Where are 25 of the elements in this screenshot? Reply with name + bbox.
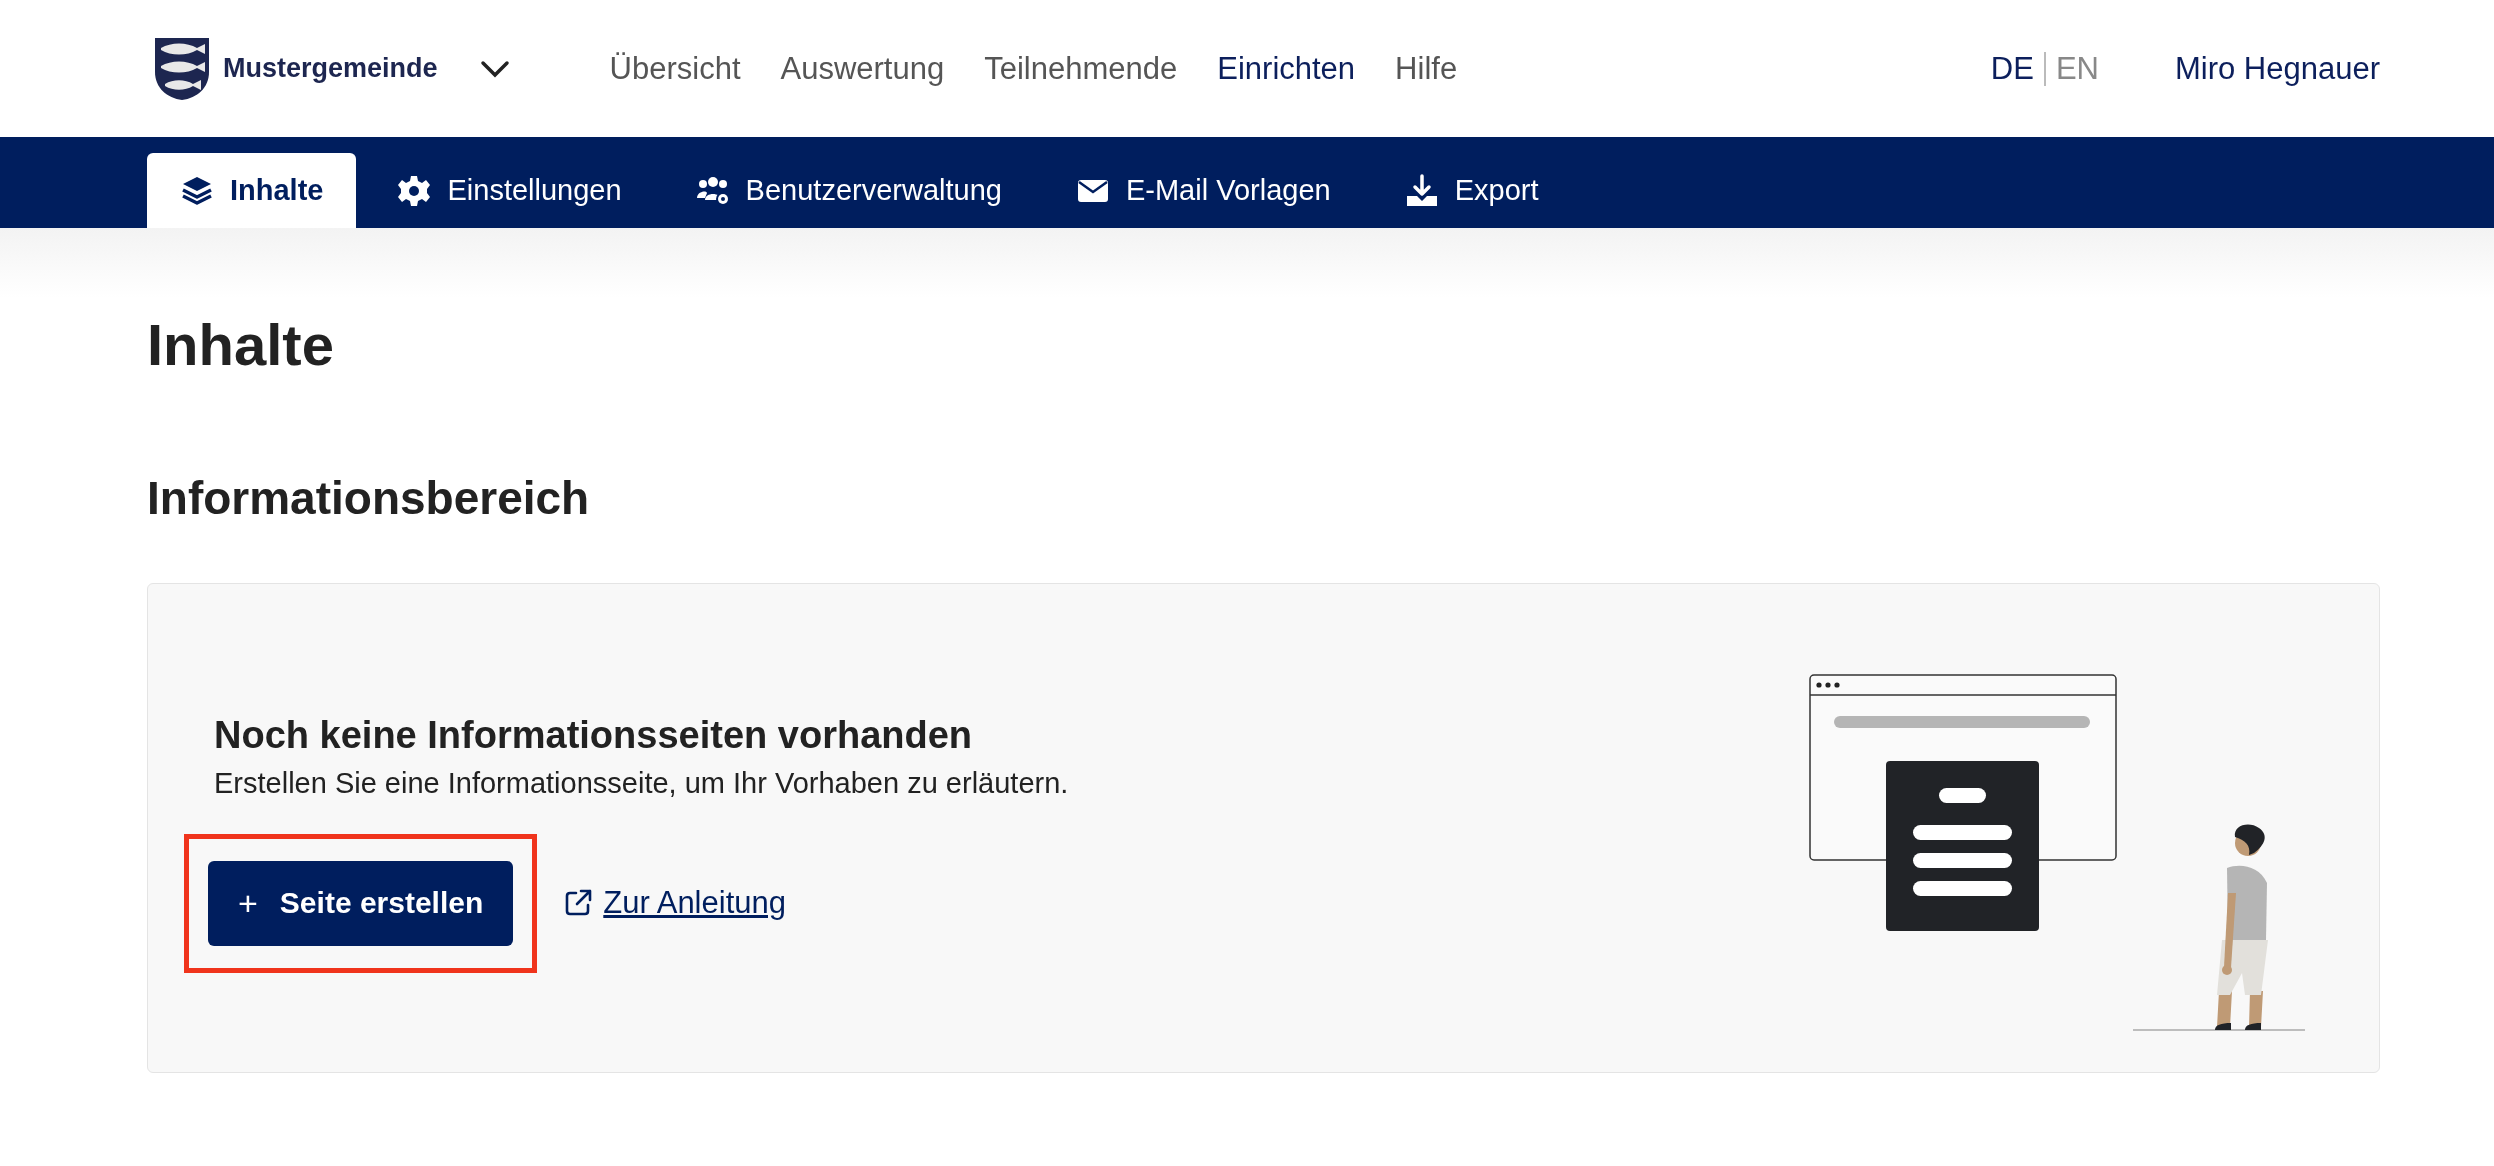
nav-link[interactable]: Hilfe <box>1395 50 1458 87</box>
nav-link[interactable]: Übersicht <box>609 50 741 87</box>
user-menu[interactable]: Miro Hegnauer <box>2174 50 2380 87</box>
nav-link[interactable]: Einrichten <box>1217 50 1356 87</box>
language-option[interactable]: EN <box>2055 50 2099 87</box>
language-option[interactable]: DE <box>1990 50 2034 87</box>
nav-link[interactable]: Teilnehmende <box>984 50 1178 87</box>
section-title: Informationsbereich <box>147 471 591 525</box>
coat-of-arms-logo <box>153 35 211 102</box>
page-title: Inhalte <box>147 311 335 378</box>
empty-state-title: Noch keine Informationsseiten vorhanden <box>214 713 974 757</box>
tab[interactable]: Benutzerverwaltung <box>662 153 1035 228</box>
chevron-down-icon[interactable] <box>479 59 510 78</box>
nav-link[interactable]: Auswertung <box>780 50 945 87</box>
tab[interactable]: Export <box>1371 153 1572 228</box>
tab[interactable]: Einstellungen <box>364 153 655 228</box>
create-page-button[interactable]: + Seite erstellen <box>208 860 514 946</box>
gear-icon <box>397 173 432 208</box>
tab[interactable]: E-Mail Vorlagen <box>1042 153 1364 228</box>
download-icon <box>1404 173 1439 208</box>
external-link-icon <box>563 888 594 918</box>
empty-state-text: Erstellen Sie eine Informationsseite, um Ihr Vorhaben zu erläutern. <box>214 766 1069 800</box>
brand-name[interactable]: Mustergemeinde <box>223 53 438 84</box>
tab[interactable]: Inhalte <box>147 153 357 228</box>
guide-link[interactable]: Zur Anleitung <box>563 885 786 921</box>
